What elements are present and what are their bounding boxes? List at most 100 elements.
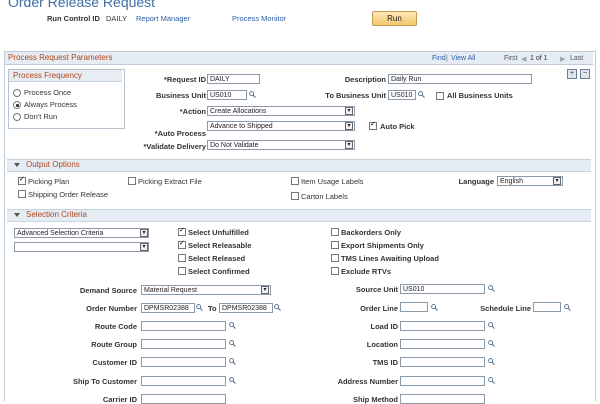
selection-criteria-header[interactable] — [7, 209, 591, 222]
carrier-id-input[interactable] — [141, 394, 226, 404]
load-id-lookup-icon[interactable] — [488, 322, 495, 329]
nav-separator: | — [446, 55, 448, 62]
location-input[interactable] — [400, 339, 485, 349]
select-confirmed-label: Select Confirmed — [188, 267, 250, 276]
last-label[interactable]: Last — [570, 55, 583, 62]
criteria-select-secondary[interactable] — [14, 242, 149, 252]
request-id-input[interactable]: DAILY — [207, 74, 260, 84]
auto-process-dropdown-icon[interactable]: ▾ — [345, 122, 353, 130]
action-dropdown-icon[interactable]: ▾ — [345, 107, 353, 115]
source-unit-input[interactable]: US010 — [400, 284, 485, 294]
order-line-lookup-icon[interactable] — [431, 304, 438, 311]
process-monitor-link[interactable]: Process Monitor — [232, 14, 286, 23]
load-id-input[interactable] — [400, 321, 485, 331]
route-group-input[interactable] — [141, 339, 226, 349]
validate-delivery-select[interactable]: Do Not Validate — [207, 140, 355, 150]
tms-lines-awaiting-upload-label: TMS Lines Awaiting Upload — [341, 254, 439, 263]
demand-source-select[interactable]: Material Request — [141, 285, 271, 295]
schedule-line-lookup-icon[interactable] — [564, 304, 571, 311]
demand-source-dropdown-icon[interactable]: ▾ — [261, 286, 269, 294]
select-confirmed-checkbox[interactable] — [178, 267, 186, 275]
prev-arrow-icon[interactable]: ◀ — [521, 55, 526, 63]
criteria-secondary-dropdown-icon[interactable]: ▾ — [140, 243, 148, 251]
tms-id-lookup-icon[interactable] — [488, 358, 495, 365]
validate-delivery-label: *Validate Delivery — [143, 142, 206, 151]
auto-pick-checkbox[interactable] — [369, 120, 377, 130]
ship-to-customer-input[interactable] — [141, 376, 226, 386]
radio-always-process[interactable] — [13, 101, 21, 109]
auto-process-label: *Auto Process — [154, 129, 206, 138]
order-number-to-label: To — [208, 304, 217, 313]
selection-criteria-title: Selection Criteria — [26, 210, 87, 219]
first-label[interactable]: First — [504, 55, 518, 62]
business-unit-lookup-icon[interactable] — [249, 91, 256, 98]
route-group-lookup-icon[interactable] — [229, 340, 236, 347]
item-usage-labels-checkbox[interactable] — [291, 177, 299, 185]
next-arrow-icon[interactable]: ▶ — [560, 55, 565, 63]
schedule-line-input[interactable] — [533, 302, 561, 312]
criteria-dropdown-icon[interactable]: ▾ — [140, 229, 148, 237]
criteria-select[interactable]: Advanced Selection Criteria — [14, 228, 149, 238]
select-unfulfilled-label: Select Unfulfilled — [188, 228, 249, 237]
find-link[interactable]: Find — [432, 55, 446, 62]
ship-method-input[interactable] — [400, 394, 485, 404]
ship-to-customer-lookup-icon[interactable] — [229, 377, 236, 384]
shipping-order-release-label: Shipping Order Release — [28, 190, 109, 199]
select-released-checkbox[interactable] — [178, 254, 186, 262]
selection-criteria-collapse-icon[interactable] — [14, 213, 20, 217]
add-row-button[interactable]: + — [567, 69, 577, 79]
tms-id-input[interactable] — [400, 357, 485, 367]
select-unfulfilled-checkbox[interactable] — [178, 226, 186, 236]
route-code-lookup-icon[interactable] — [229, 322, 236, 329]
report-manager-link[interactable]: Report Manager — [136, 14, 190, 23]
order-number-to-lookup-icon[interactable] — [274, 304, 281, 311]
language-dropdown-icon[interactable]: ▾ — [553, 177, 561, 185]
run-control-value: DAILY — [106, 14, 128, 23]
picking-plan-checkbox[interactable] — [18, 175, 26, 185]
picking-plan-label: Picking Plan — [28, 177, 70, 186]
validate-delivery-dropdown-icon[interactable]: ▾ — [345, 141, 353, 149]
radio-label-dont-run: Don't Run — [24, 112, 58, 121]
source-unit-lookup-icon[interactable] — [488, 285, 495, 292]
output-options-collapse-icon[interactable] — [14, 163, 20, 167]
view-all-link[interactable]: View All — [451, 55, 475, 62]
run-control-label: Run Control ID — [47, 14, 100, 23]
location-lookup-icon[interactable] — [488, 340, 495, 347]
order-number-from-lookup-icon[interactable] — [196, 304, 203, 311]
route-code-input[interactable] — [141, 321, 226, 331]
radio-process-once[interactable] — [13, 89, 21, 97]
order-line-label: Order Line — [360, 304, 398, 313]
run-button[interactable]: Run — [372, 11, 417, 26]
language-label: Language — [458, 177, 494, 186]
panel-title: Process Request Parameters — [8, 53, 113, 62]
customer-id-input[interactable] — [141, 357, 226, 367]
exclude-rtvs-checkbox[interactable] — [331, 267, 339, 275]
source-unit-label: Source Unit — [355, 285, 398, 294]
description-input[interactable]: Daily Run — [388, 74, 532, 84]
order-line-input[interactable] — [400, 302, 428, 312]
select-releasable-checkbox[interactable] — [178, 239, 186, 249]
carton-labels-checkbox[interactable] — [291, 192, 299, 200]
customer-id-lookup-icon[interactable] — [229, 358, 236, 365]
to-business-unit-lookup-icon[interactable] — [418, 91, 425, 98]
address-number-input[interactable] — [400, 376, 485, 386]
route-group-label: Route Group — [91, 340, 137, 349]
order-number-to-input[interactable]: DPMSR02388 — [219, 303, 273, 313]
order-number-from-input[interactable]: DPMSR02388 — [141, 303, 195, 313]
picking-extract-file-checkbox[interactable] — [128, 177, 136, 185]
output-options-header[interactable] — [7, 159, 591, 172]
address-number-lookup-icon[interactable] — [488, 377, 495, 384]
export-shipments-only-checkbox[interactable] — [331, 241, 339, 249]
auto-process-select[interactable]: Advance to Shipped — [207, 121, 355, 131]
action-select[interactable]: Create Allocations — [207, 106, 355, 116]
backorders-only-checkbox[interactable] — [331, 228, 339, 236]
shipping-order-release-checkbox[interactable] — [18, 190, 26, 198]
tms-id-label: TMS ID — [372, 358, 398, 367]
customer-id-label: Customer ID — [92, 358, 137, 367]
business-unit-input[interactable]: US010 — [207, 90, 247, 100]
delete-row-button[interactable]: − — [580, 69, 590, 79]
tms-lines-awaiting-upload-checkbox[interactable] — [331, 254, 339, 262]
all-business-units-checkbox[interactable] — [436, 92, 444, 100]
to-business-unit-input[interactable]: US010 — [388, 90, 416, 100]
radio-dont-run[interactable] — [13, 113, 21, 121]
